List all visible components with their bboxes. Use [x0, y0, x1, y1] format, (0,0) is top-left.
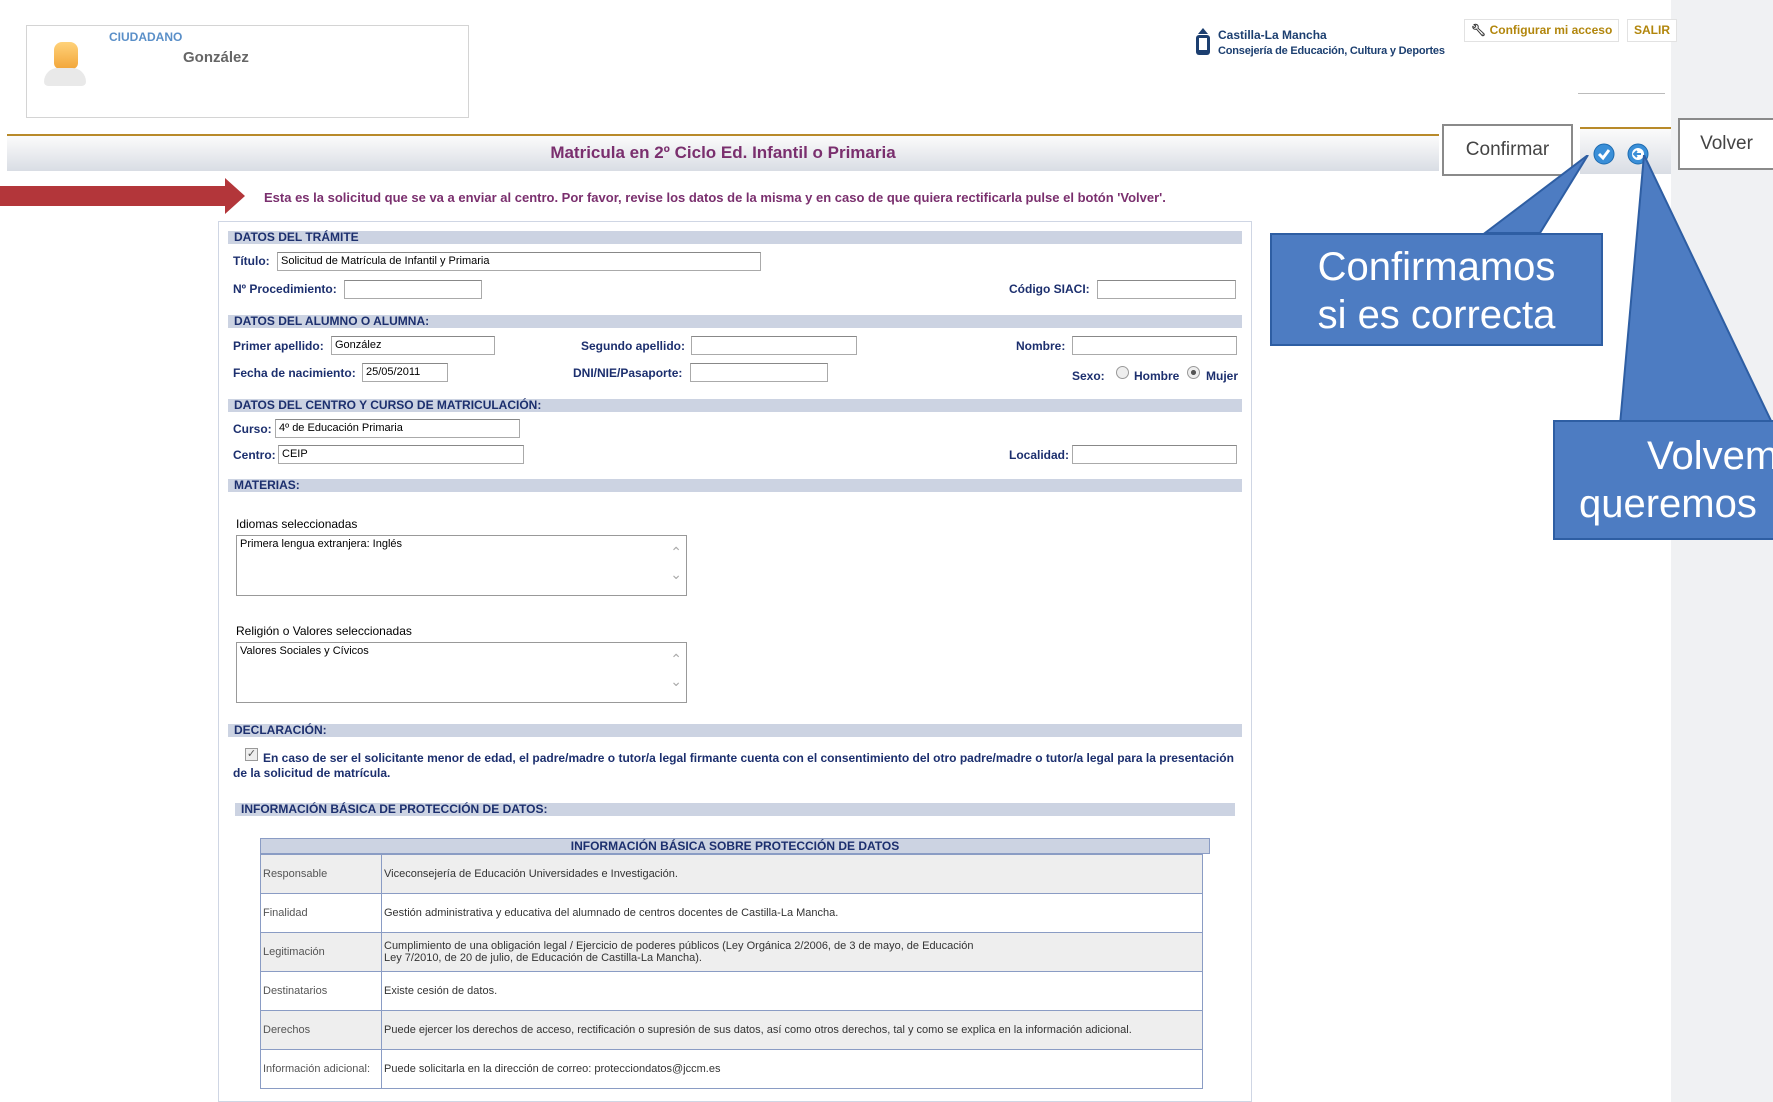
religion-label: Religión o Valores seleccionadas: [236, 624, 412, 638]
table-row: Derechos Puede ejercer los derechos de a…: [260, 1010, 1203, 1050]
exit-button[interactable]: SALIR: [1627, 19, 1677, 42]
configure-access-label: Configurar mi acceso: [1489, 23, 1613, 37]
callout-confirm: Confirmamos si es correcta: [1270, 233, 1603, 346]
callout-back-line2: queremos: [1579, 482, 1757, 526]
religion-textarea[interactable]: Valores Sociales y Cívicos ⌃ ⌄: [236, 642, 687, 703]
fecha-field[interactable]: 25/05/2011: [362, 363, 448, 382]
table-row: Legitimación Cumplimiento de una obligac…: [260, 932, 1203, 972]
idiomas-value: Primera lengua extranjera: Inglés: [240, 538, 403, 550]
dni-label: DNI/NIE/Pasaporte:: [573, 366, 683, 380]
titulo-label: Título:: [233, 254, 270, 268]
row-key: Destinatarios: [260, 971, 382, 1011]
siaci-label: Código SIACI:: [1009, 282, 1090, 296]
row-value-line1: Cumplimiento de una obligación legal / E…: [384, 940, 974, 952]
user-role: CIUDADANO: [109, 30, 183, 44]
radio-mujer[interactable]: [1187, 366, 1200, 379]
hombre-label: Hombre: [1134, 369, 1180, 383]
section-tramite: DATOS DEL TRÁMITE: [228, 231, 1242, 244]
radio-hombre[interactable]: [1116, 366, 1129, 379]
info-message: Esta es la solicitud que se va a enviar …: [264, 190, 1166, 205]
section-proteccion: INFORMACIÓN BÁSICA DE PROTECCIÓN DE DATO…: [235, 803, 1235, 816]
idiomas-textarea[interactable]: Primera lengua extranjera: Inglés ⌃ ⌄: [236, 535, 687, 596]
row-key: Legitimación: [260, 932, 382, 972]
sexo-label: Sexo:: [1072, 369, 1105, 383]
row-value: Viceconsejería de Educación Universidade…: [381, 854, 1203, 894]
screenshot-root: CIUDADANO González Castilla-La Mancha Co…: [0, 0, 1773, 1102]
centro-field[interactable]: CEIP: [278, 445, 524, 464]
primer-apellido-field[interactable]: González: [331, 336, 495, 355]
nombre-field[interactable]: [1072, 336, 1237, 355]
avatar-body: [44, 68, 86, 86]
curso-label: Curso:: [233, 422, 272, 436]
row-value: Cumplimiento de una obligación legal / E…: [381, 932, 1203, 972]
row-key: Responsable: [260, 854, 382, 894]
row-key: Información adicional:: [260, 1049, 382, 1089]
proteccion-table-title: INFORMACIÓN BÁSICA SOBRE PROTECCIÓN DE D…: [260, 838, 1210, 854]
table-row: Destinatarios Existe cesión de datos.: [260, 971, 1203, 1011]
dni-field[interactable]: [690, 363, 828, 382]
wrench-icon: 🔧︎: [1471, 23, 1487, 37]
callout-back: Volvem queremos: [1553, 420, 1773, 540]
logo-title: Castilla-La Mancha: [1218, 28, 1327, 42]
row-key: Derechos: [260, 1010, 382, 1050]
page-title: Matricula en 2º Ciclo Ed. Infantil o Pri…: [550, 143, 896, 162]
centro-label: Centro:: [233, 448, 276, 462]
scroll-up-icon[interactable]: ⌃: [670, 651, 682, 668]
section-declaracion: DECLARACIÓN:: [228, 724, 1242, 737]
row-value: Gestión administrativa y educativa del a…: [381, 893, 1203, 933]
logo-subtitle: Consejería de Educación, Cultura y Depor…: [1218, 45, 1445, 57]
section-materias: MATERIAS:: [228, 479, 1242, 492]
segundo-apellido-field[interactable]: [691, 336, 857, 355]
procedimiento-field[interactable]: [344, 280, 482, 299]
coat-of-arms-icon: [1196, 28, 1210, 55]
scroll-up-icon[interactable]: ⌃: [670, 544, 682, 561]
mujer-label: Mujer: [1206, 369, 1239, 383]
localidad-label: Localidad:: [1009, 448, 1070, 462]
section-alumno: DATOS DEL ALUMNO O ALUMNA:: [228, 315, 1242, 328]
user-card: [26, 25, 469, 118]
row-value: Existe cesión de datos.: [381, 971, 1203, 1011]
section-centro: DATOS DEL CENTRO Y CURSO DE MATRICULACIÓ…: [228, 399, 1242, 412]
user-name: González: [183, 49, 249, 66]
localidad-field[interactable]: [1072, 445, 1237, 464]
red-arrow-pointer: [0, 178, 245, 214]
table-row: Responsable Viceconsejería de Educación …: [260, 854, 1203, 894]
callout-confirm-line2: si es correcta: [1317, 293, 1556, 337]
proteccion-table: Responsable Viceconsejería de Educación …: [260, 854, 1203, 1089]
row-key: Finalidad: [260, 893, 382, 933]
curso-field[interactable]: 4º de Educación Primaria: [275, 419, 520, 438]
row-value: Puede solicitarla en la dirección de cor…: [381, 1049, 1203, 1089]
idiomas-label: Idiomas seleccionadas: [236, 517, 358, 531]
siaci-field[interactable]: [1097, 280, 1236, 299]
configure-access-button[interactable]: 🔧︎ Configurar mi acceso: [1464, 19, 1620, 42]
titulo-field[interactable]: Solicitud de Matrícula de Infantil y Pri…: [277, 252, 761, 271]
scroll-down-icon[interactable]: ⌄: [670, 673, 682, 690]
row-value: Puede ejercer los derechos de acceso, re…: [381, 1010, 1203, 1050]
table-row: Finalidad Gestión administrativa y educa…: [260, 893, 1203, 933]
declaracion-text: En caso de ser el solicitante menor de e…: [233, 751, 1234, 780]
fecha-label: Fecha de nacimiento:: [233, 366, 356, 380]
divider: [1578, 93, 1665, 94]
nombre-label: Nombre:: [1016, 339, 1066, 353]
callout-back-line1: Volvem: [1647, 434, 1773, 478]
scroll-down-icon[interactable]: ⌄: [670, 566, 682, 583]
callout-confirm-line1: Confirmamos: [1317, 245, 1556, 289]
table-row: Información adicional: Puede solicitarla…: [260, 1049, 1203, 1089]
primer-apellido-label: Primer apellido:: [233, 339, 324, 353]
avatar: [54, 42, 78, 69]
row-value-line2: Ley 7/2010, de 20 de julio, de Educación…: [384, 952, 702, 964]
religion-value: Valores Sociales y Cívicos: [240, 645, 369, 657]
segundo-apellido-label: Segundo apellido:: [581, 339, 685, 353]
procedimiento-label: Nº Procedimiento:: [233, 282, 337, 296]
